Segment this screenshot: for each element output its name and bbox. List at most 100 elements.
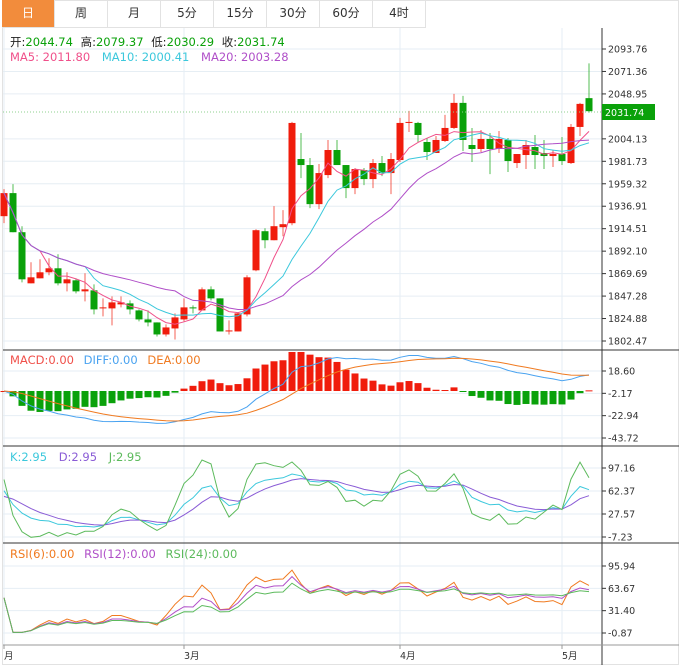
macd-bar bbox=[198, 381, 206, 391]
high-label: 高: bbox=[81, 35, 96, 49]
candle bbox=[27, 262, 35, 284]
macd-bar bbox=[513, 390, 521, 405]
candle-body bbox=[450, 102, 458, 128]
candle-body bbox=[171, 317, 179, 329]
candle-body bbox=[81, 289, 89, 292]
candle bbox=[81, 273, 89, 302]
candle bbox=[396, 117, 404, 163]
candle-body bbox=[108, 302, 116, 309]
axis-label: 2048.95 bbox=[608, 89, 647, 100]
diff-value: DIFF:0.00 bbox=[84, 353, 138, 367]
axis-label: -0.87 bbox=[608, 629, 633, 640]
candle-body bbox=[369, 163, 377, 180]
candle bbox=[585, 63, 593, 113]
macd-bar bbox=[333, 361, 341, 391]
close-label: 收: bbox=[222, 35, 237, 49]
candle bbox=[495, 130, 503, 154]
candle-body bbox=[99, 307, 107, 309]
candle bbox=[180, 298, 188, 322]
axis-label: -22.94 bbox=[608, 411, 639, 422]
macd-bar bbox=[279, 360, 287, 391]
candle-body bbox=[477, 138, 485, 150]
macd-bar bbox=[297, 352, 305, 391]
axis-label: 2071.36 bbox=[608, 67, 647, 78]
candle-body bbox=[504, 139, 512, 162]
macd-bar bbox=[171, 390, 179, 393]
axis-label: 2093.76 bbox=[608, 45, 647, 56]
last-price-tag-text: 2031.74 bbox=[605, 108, 644, 119]
candle bbox=[576, 102, 584, 136]
macd-bar bbox=[81, 390, 89, 407]
macd-bar bbox=[270, 361, 278, 391]
macd-bar bbox=[369, 380, 377, 391]
candle-body bbox=[153, 322, 161, 335]
candle bbox=[567, 123, 575, 165]
ma5-value: MA5: 2011.80 bbox=[10, 50, 90, 64]
axis-label: 1981.73 bbox=[608, 157, 647, 168]
candle-body bbox=[207, 289, 215, 299]
macd-bar bbox=[414, 383, 422, 391]
x-axis-label: 4月 bbox=[400, 651, 416, 662]
candle-body bbox=[423, 141, 431, 153]
candle-body bbox=[459, 102, 467, 140]
close-value: 2031.74 bbox=[237, 35, 285, 49]
candle-body bbox=[261, 231, 269, 241]
axis-label: 1914.51 bbox=[608, 224, 647, 235]
axis-label: 1824.88 bbox=[608, 314, 647, 325]
candle bbox=[126, 300, 134, 315]
candle-body bbox=[27, 277, 35, 284]
candle bbox=[135, 309, 143, 322]
macd-bar bbox=[207, 379, 215, 391]
candle-body bbox=[90, 290, 98, 310]
macd-bar bbox=[396, 382, 404, 391]
macd-bar bbox=[576, 390, 584, 394]
macd-bar bbox=[252, 368, 260, 391]
macd-bar bbox=[504, 390, 512, 405]
candle bbox=[252, 229, 260, 272]
j-value: J:2.95 bbox=[108, 450, 142, 464]
macd-bar bbox=[567, 390, 575, 400]
axis-label: 1892.10 bbox=[608, 247, 647, 258]
macd-bar bbox=[495, 390, 503, 401]
candle bbox=[486, 132, 494, 175]
candle bbox=[153, 322, 161, 337]
candle bbox=[387, 153, 395, 195]
axis-label: 95.94 bbox=[608, 562, 635, 573]
rsi6-value: RSI(6):0.00 bbox=[10, 547, 74, 561]
candle bbox=[324, 139, 332, 179]
candle bbox=[405, 110, 413, 132]
candle bbox=[342, 165, 350, 199]
macd-bar bbox=[135, 390, 143, 399]
ma20-value: MA20: 2003.28 bbox=[201, 50, 289, 64]
macd-bar bbox=[153, 390, 161, 398]
candle-body bbox=[558, 154, 566, 162]
axis-label: 18.60 bbox=[608, 367, 635, 378]
x-axis-label: 3月 bbox=[184, 651, 200, 662]
candle-body bbox=[513, 154, 521, 164]
axis-label: 63.67 bbox=[608, 584, 635, 595]
candle-body bbox=[297, 159, 305, 166]
candle-body bbox=[135, 310, 143, 320]
candle-body bbox=[549, 154, 557, 157]
axis-label: 2004.13 bbox=[608, 134, 647, 145]
candle bbox=[261, 228, 269, 249]
candle-body bbox=[486, 138, 494, 150]
stock-chart[interactable]: 2093.76 2071.36 2048.95 2004.13 1981.73 1959.… bbox=[0, 0, 683, 669]
d-line bbox=[3, 478, 590, 526]
macd-bar bbox=[549, 390, 557, 405]
macd-bar bbox=[27, 390, 35, 411]
candle bbox=[468, 127, 476, 163]
ma-legend: MA5: 2011.80 MA10: 2000.41 MA20: 2003.28 bbox=[10, 50, 289, 64]
macd-bar bbox=[342, 369, 350, 391]
candle-body bbox=[396, 122, 404, 161]
candle bbox=[36, 259, 44, 279]
candle bbox=[171, 313, 179, 340]
macd-legend: MACD:0.00 DIFF:0.00 DEA:0.00 bbox=[10, 353, 201, 367]
j-line bbox=[3, 459, 590, 538]
candle-body bbox=[306, 165, 314, 205]
rsi24-line bbox=[3, 582, 590, 633]
candle-body bbox=[72, 280, 80, 292]
axis-label: 1847.28 bbox=[608, 292, 647, 303]
candle-body bbox=[144, 319, 152, 323]
macd-bar bbox=[117, 390, 125, 401]
